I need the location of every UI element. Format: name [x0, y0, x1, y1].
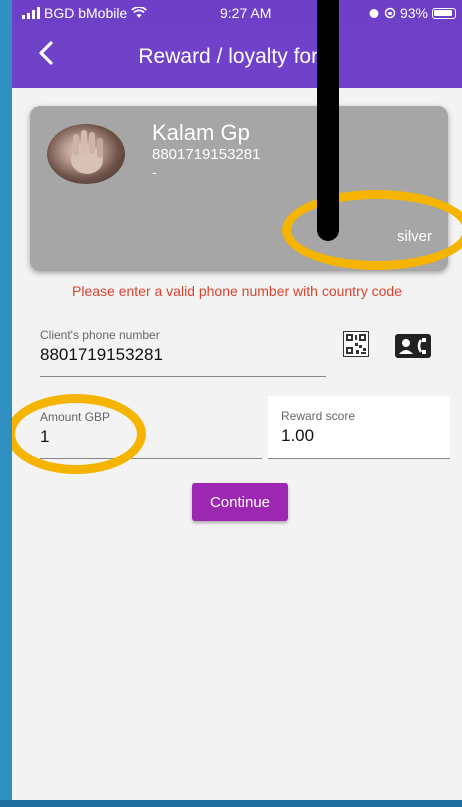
client-extra: - — [152, 164, 157, 180]
avatar-hand-image — [71, 130, 103, 174]
error-message: Please enter a valid phone number with c… — [72, 283, 402, 299]
carrier-name: BGD bMobile — [44, 5, 128, 21]
battery-icon — [432, 7, 456, 19]
reward-score-field: Reward score 1.00 — [268, 396, 450, 459]
client-name: Kalam Gp — [152, 120, 250, 145]
annotation-bar — [317, 0, 339, 241]
qr-code-icon[interactable] — [343, 331, 369, 357]
status-bar: BGD bMobile 9:27 AM 93% — [12, 0, 462, 26]
phone-field-label: Client's phone number — [40, 328, 160, 342]
reward-score-underline — [268, 458, 450, 459]
status-time: 9:27 AM — [220, 5, 272, 21]
app-screen: BGD bMobile 9:27 AM 93% Reward / loyalty… — [12, 0, 462, 800]
rotation-lock-icon — [384, 7, 396, 19]
wifi-icon — [131, 7, 148, 18]
reward-score-label: Reward score — [281, 409, 356, 423]
amount-highlight-ring — [12, 394, 146, 474]
page-title: Reward / loyalty form — [138, 45, 336, 68]
battery-percent: 93% — [399, 5, 428, 21]
app-bar: Reward / loyalty form — [12, 26, 462, 88]
phone-field-value[interactable]: 8801719153281 — [40, 345, 163, 365]
contact-phone-icon[interactable] — [394, 333, 432, 359]
tier-highlight-ring — [282, 190, 462, 270]
bottom-border — [0, 800, 462, 807]
alarm-icon — [369, 9, 379, 18]
status-right: 93% — [368, 5, 456, 21]
reward-score-value: 1.00 — [281, 426, 315, 445]
status-left: BGD bMobile — [22, 5, 148, 21]
client-phone: 8801719153281 — [152, 146, 261, 163]
continue-button[interactable]: Continue — [192, 483, 288, 521]
phone-field-underline — [40, 376, 326, 377]
signal-icon — [22, 7, 40, 19]
avatar — [47, 124, 125, 184]
